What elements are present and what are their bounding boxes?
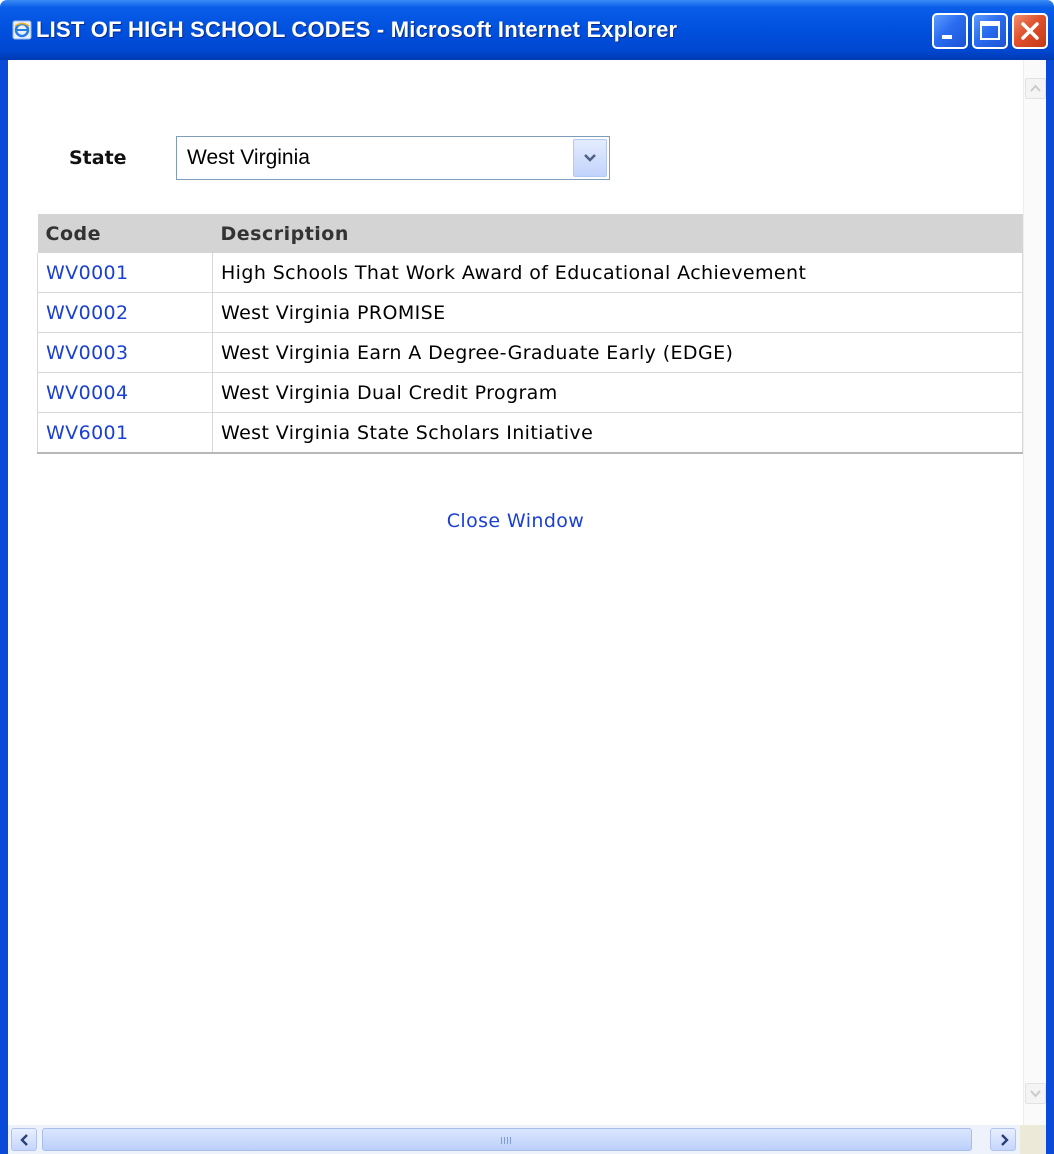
table-row: WV0001 High Schools That Work Award of E… (37, 253, 1023, 293)
code-link[interactable]: WV0003 (46, 342, 129, 364)
scroll-up-button[interactable] (1025, 78, 1046, 99)
column-header-code: Code (37, 214, 213, 253)
description-cell: West Virginia State Scholars Initiative (212, 412, 1023, 454)
code-cell: WV0002 (37, 292, 213, 333)
chevron-down-icon (1030, 1090, 1041, 1098)
code-link[interactable]: WV0002 (46, 302, 129, 324)
window-title: LIST OF HIGH SCHOOL CODES - Microsoft In… (36, 17, 678, 42)
browser-window: LIST OF HIGH SCHOOL CODES - Microsoft In… (0, 0, 1054, 1154)
vertical-scrollbar[interactable] (1023, 60, 1046, 1125)
ie-icon (12, 20, 32, 40)
scroll-thumb[interactable] (42, 1128, 972, 1151)
code-link[interactable]: WV0004 (46, 382, 129, 404)
scroll-down-button[interactable] (1025, 1083, 1046, 1104)
column-header-description: Description (212, 214, 1023, 253)
code-cell: WV0004 (37, 372, 213, 413)
code-cell: WV6001 (37, 412, 213, 454)
scroll-right-button[interactable] (990, 1128, 1016, 1151)
description-cell: West Virginia Dual Credit Program (212, 372, 1023, 413)
maximize-button[interactable] (972, 13, 1008, 49)
minimize-button[interactable] (932, 13, 968, 49)
state-dropdown-value: West Virginia (187, 146, 310, 169)
state-dropdown[interactable]: West Virginia (176, 136, 610, 180)
table-row: WV0002 West Virginia PROMISE (37, 292, 1023, 333)
window-frame-right (1046, 60, 1054, 1154)
description-cell: West Virginia Earn A Degree-Graduate Ear… (212, 332, 1023, 373)
table-row: WV0003 West Virginia Earn A Degree-Gradu… (37, 332, 1023, 373)
code-link[interactable]: WV6001 (46, 422, 129, 444)
scroll-left-button[interactable] (11, 1128, 37, 1151)
close-window-container: Close Window (8, 510, 1023, 532)
description-cell: West Virginia PROMISE (212, 292, 1023, 333)
close-window-link[interactable]: Close Window (447, 510, 585, 532)
title-bar[interactable]: LIST OF HIGH SCHOOL CODES - Microsoft In… (0, 0, 1054, 60)
code-cell: WV0001 (37, 253, 213, 293)
chevron-left-icon (20, 1134, 28, 1146)
dropdown-button[interactable] (573, 139, 607, 177)
chevron-down-icon (584, 154, 596, 162)
horizontal-scrollbar[interactable] (8, 1125, 1046, 1154)
close-icon (1021, 22, 1039, 40)
table-row: WV6001 West Virginia State Scholars Init… (37, 412, 1023, 454)
maximize-icon (980, 21, 1000, 40)
state-label: State (69, 147, 127, 169)
close-button[interactable] (1012, 13, 1048, 49)
table-header-row: Code Description (37, 214, 1023, 253)
chevron-up-icon (1030, 84, 1041, 92)
grip-icon (501, 1137, 511, 1144)
page-content: State West Virginia Code Description WV0… (8, 60, 1023, 1125)
table-row: WV0004 West Virginia Dual Credit Program (37, 372, 1023, 413)
minimize-icon (942, 35, 952, 39)
codes-table: Code Description WV0001 High Schools Tha… (37, 214, 1023, 454)
description-cell: High Schools That Work Award of Educatio… (212, 253, 1023, 293)
chevron-right-icon (1001, 1134, 1009, 1146)
code-link[interactable]: WV0001 (46, 262, 129, 284)
code-cell: WV0003 (37, 332, 213, 373)
window-frame-left (0, 60, 8, 1154)
scrollbar-corner (1020, 1125, 1046, 1154)
